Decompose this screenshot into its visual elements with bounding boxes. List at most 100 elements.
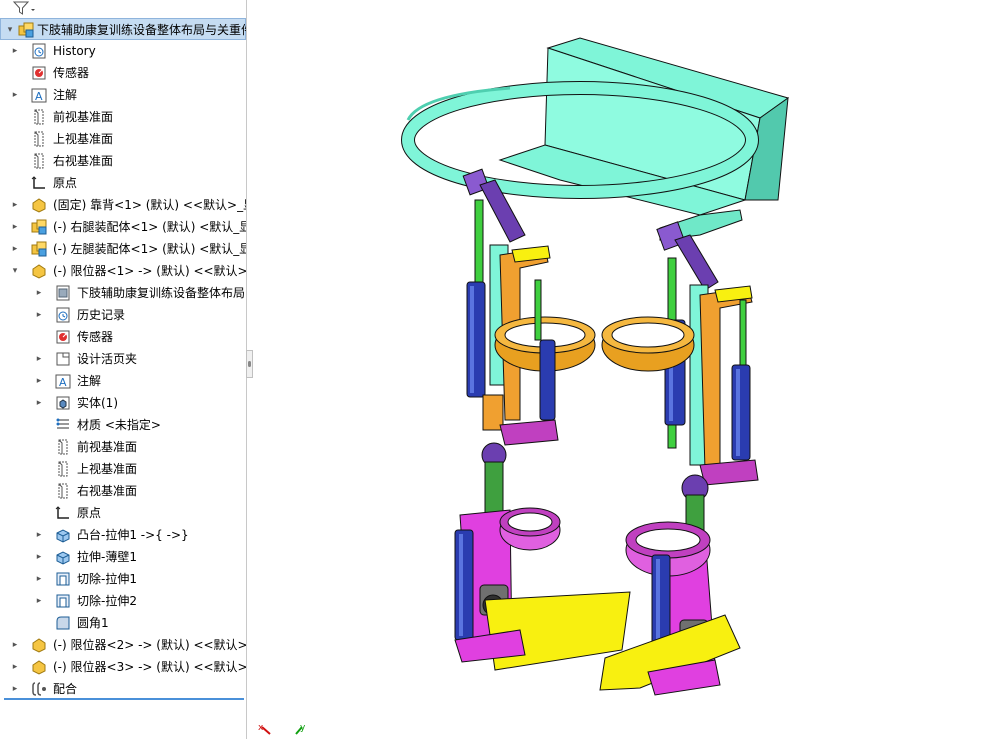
tree-item-label: (-) 限位器<3> -> (默认) <<默认>_ [53,660,247,674]
tree-item[interactable]: ▸ 切除-拉伸1 [0,568,246,590]
tree-item-label: 右视基准面 [53,154,114,168]
extrude-icon [56,529,70,543]
tree-item[interactable]: ▸ 实体(1) [0,392,246,414]
tree-item[interactable]: ▸ 拉伸-薄壁1 [0,546,246,568]
tree-item[interactable]: 右视基准面 [0,150,246,172]
tree-item[interactable]: 右视基准面 [0,480,246,502]
expand-toggle[interactable]: ▸ [34,573,44,585]
tree-item-label: 前视基准面 [53,110,114,124]
collapse-toggle[interactable]: ▾ [5,24,15,36]
tree-item[interactable]: ▸ A 注解 [0,84,246,106]
filter-bar [0,0,246,18]
tree-item-label: (-) 左腿装配体<1> (默认) <默认_显 [53,242,247,256]
expand-toggle[interactable]: ▸ [34,375,44,387]
material-icon [56,418,69,429]
expand-toggle[interactable]: ▸ [10,683,20,695]
tree-item-label: 配合 [53,682,78,696]
tree-item[interactable]: 传感器 [0,62,246,84]
history-icon [56,307,70,323]
expand-toggle[interactable]: ▸ [34,397,44,409]
tree-item[interactable]: ▸ 下肢辅助康复训练设备整体布局 [0,282,246,304]
expand-toggle[interactable]: ▸ [10,199,20,211]
origin-icon [31,176,45,189]
part-icon [32,638,46,653]
view-triad: x y [258,723,306,735]
tree-item[interactable]: 传感器 [0,326,246,348]
part-icon [32,198,46,213]
tree-root[interactable]: ▾ 下肢辅助康复训练设备整体布局与关重件 [0,18,246,40]
tree-item[interactable]: ▸ (-) 右腿装配体<1> (默认) <默认_显 [0,216,246,238]
tree-item[interactable]: 前视基准面 [0,436,246,458]
plane-icon [58,461,68,477]
tree-item-label: (-) 限位器<2> -> (默认) <<默认>_ [53,638,247,652]
tree-item-label: 注解 [77,374,102,388]
expand-toggle[interactable]: ▸ [10,243,20,255]
expand-toggle[interactable]: ▸ [34,309,44,321]
model-viewport[interactable]: x y [254,0,991,739]
tree-item[interactable]: ▸ 历史记录 [0,304,246,326]
part-icon [32,264,46,279]
tree-item-label: (-) 右腿装配体<1> (默认) <默认_显 [53,220,247,234]
tree-item[interactable]: ▸ (-) 限位器<3> -> (默认) <<默认>_ [0,656,246,678]
tree-item[interactable]: ▸ 设计活页夹 [0,348,246,370]
expand-toggle[interactable]: ▸ [34,353,44,365]
tree-item-label: 前视基准面 [77,440,138,454]
tree-item-label: 拉伸-薄壁1 [77,550,137,564]
tree-item[interactable]: ▸ 配合 [0,678,246,700]
panel-splitter-handle[interactable] [246,350,253,378]
expand-toggle[interactable]: ▸ [10,221,20,233]
tree-item-label: 实体(1) [77,396,118,410]
expand-toggle[interactable]: ▸ [10,89,20,101]
tree-item[interactable]: ▸ (-) 左腿装配体<1> (默认) <默认_显 [0,238,246,260]
right-leg-assembly[interactable] [454,168,631,671]
plane-icon [34,153,44,169]
annotation-icon: A [31,88,47,103]
tree-item[interactable]: ▸ (固定) 靠背<1> (默认) <<默认>_显 [0,194,246,216]
tree-item-label: 设计活页夹 [77,352,138,366]
tree-item-label: 原点 [53,176,78,190]
tree-item[interactable]: ▸ 凸台-拉伸1 ->{ ->} [0,524,246,546]
tree-item[interactable]: ▸ 切除-拉伸2 [0,590,246,612]
tree-item[interactable]: 圆角1 [0,612,246,634]
assembly-icon [31,219,47,235]
binder-icon [56,352,70,366]
tree-item[interactable]: 前视基准面 [0,106,246,128]
tree-item-label: 右视基准面 [77,484,138,498]
origin-icon [55,506,69,519]
svg-text:A: A [35,90,43,103]
tree-item-label: (固定) 靠背<1> (默认) <<默认>_显 [53,198,247,212]
filter-icon[interactable] [10,0,38,16]
tree-item-label: History [53,44,96,58]
expand-toggle[interactable]: ▸ [34,529,44,541]
tree-item[interactable]: 上视基准面 [0,128,246,150]
tree-item[interactable]: ▸ History [0,40,246,62]
expand-toggle[interactable]: ▸ [10,639,20,651]
assembly-icon [18,22,34,38]
backrest[interactable] [401,37,790,241]
extrude-icon [56,551,70,565]
tree-item-label: 切除-拉伸2 [77,594,137,608]
tree-item[interactable]: 材质 <未指定> [0,414,246,436]
fillet-icon [56,616,70,630]
expand-toggle[interactable]: ▸ [10,661,20,673]
tree-item[interactable]: 原点 [0,502,246,524]
tree-item[interactable]: ▾ (-) 限位器<1> -> (默认) <<默认>_ [0,260,246,282]
annotation-icon: A [55,374,71,389]
expand-toggle[interactable]: ▸ [10,45,20,57]
tree-item[interactable]: 上视基准面 [0,458,246,480]
expand-toggle[interactable]: ▸ [34,595,44,607]
tree-item[interactable]: ▸ A 注解 [0,370,246,392]
tree-item[interactable]: 原点 [0,172,246,194]
tree-item-label: 注解 [53,88,78,102]
tree-item-label: 切除-拉伸1 [77,572,137,586]
expand-toggle[interactable]: ▸ [34,551,44,563]
expand-toggle[interactable]: ▸ [34,287,44,299]
mates-icon [32,682,46,696]
assembly-icon [31,241,47,257]
tree-item[interactable]: ▸ (-) 限位器<2> -> (默认) <<默认>_ [0,634,246,656]
tree-root-label: 下肢辅助康复训练设备整体布局与关重件 [37,23,247,37]
tree-item-label: (-) 限位器<1> -> (默认) <<默认>_ [53,264,247,278]
sensor-icon [56,330,70,344]
expand-toggle[interactable]: ▾ [10,265,20,277]
plane-icon [58,483,68,499]
